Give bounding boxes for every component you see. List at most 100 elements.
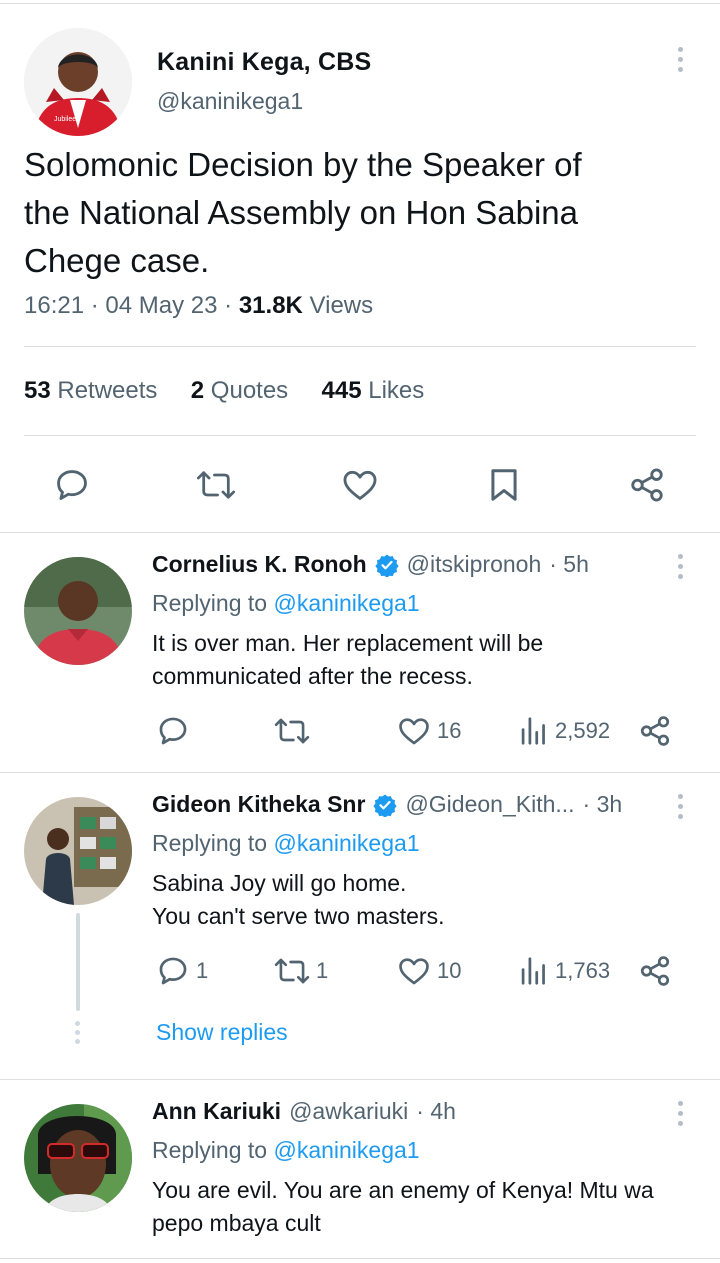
share-button[interactable] [638,953,672,989]
reply-icon [159,957,187,985]
show-replies-link[interactable]: Show replies [156,1019,288,1046]
meta-separator: · [224,292,233,319]
replying-prefix: Replying to [152,590,268,616]
reply-author-handle[interactable]: @itskipronoh [407,551,542,578]
retweet-button[interactable]: 1 [274,954,328,988]
replying-prefix: Replying to [152,1137,268,1163]
section-divider [0,1079,720,1080]
bottom-divider [0,1258,720,1259]
view-count: 2,592 [555,718,611,743]
bookmark-icon [491,469,517,501]
tweet-time[interactable]: 16:21 [24,292,84,319]
reply-header: Ann Kariuki @awkariuki · 4h [152,1098,456,1125]
retweet-button[interactable] [196,466,236,504]
reply-author-name[interactable]: Ann Kariuki [152,1098,281,1125]
retweets-stat[interactable]: 53 Retweets [24,377,157,404]
reply-avatar-image [24,1104,132,1212]
section-divider [0,772,720,773]
share-button[interactable] [638,713,672,749]
engagement-stats: 53 Retweets 2 Quotes 445 Likes [24,377,424,405]
reply-icon [57,470,87,500]
reply-author-name[interactable]: Cornelius K. Ronoh [152,551,367,578]
reply-avatar-image [24,557,132,665]
heart-icon [399,718,429,745]
reply-text-line: You can't serve two masters. [152,903,445,929]
reply-header: Gideon Kitheka Snr @Gideon_Kith... · 3h [152,791,622,818]
heart-icon [343,470,377,500]
more-options-icon[interactable] [676,554,684,579]
reply-avatar[interactable] [24,557,132,665]
share-icon [640,956,670,986]
reply-text-line: It is over man. Her replacement will be [152,630,544,656]
like-button[interactable] [341,466,379,504]
likes-stat[interactable]: 445 Likes [322,377,425,404]
likes-count: 445 [321,377,362,404]
reply-text: It is over man. Her replacement will be … [152,627,543,693]
share-icon [631,468,663,502]
replying-handle-link[interactable]: @kaninikega1 [273,1137,419,1163]
thread-line [76,913,80,1011]
reply-avatar[interactable] [24,1104,132,1212]
reply-time[interactable]: · 3h [583,791,623,818]
share-icon [640,716,670,746]
views-button[interactable]: 2,592 [519,714,610,748]
reply-button[interactable] [53,466,91,504]
reply-time[interactable]: · 4h [416,1098,456,1125]
stats-divider-bottom [24,435,696,436]
replying-to: Replying to @kaninikega1 [152,1137,420,1164]
retweet-count: 1 [316,958,329,983]
thread-dots [75,1021,81,1044]
quotes-label: Quotes [210,377,289,404]
reply-author-name[interactable]: Gideon Kitheka Snr [152,791,365,818]
like-count: 16 [437,718,462,743]
reply-avatar[interactable] [24,797,132,905]
retweets-label: Retweets [57,377,158,404]
views-chart-icon [521,957,545,985]
retweet-icon [274,718,310,744]
replying-to: Replying to @kaninikega1 [152,830,420,857]
reply-time[interactable]: · 5h [549,551,589,578]
author-avatar[interactable]: Jubilee [24,28,132,136]
reply-text-line: You are evil. You are an enemy of Kenya!… [152,1177,654,1203]
views-chart-icon [521,717,545,745]
more-options-icon[interactable] [676,47,684,72]
quotes-count: 2 [190,377,205,404]
replying-to: Replying to @kaninikega1 [152,590,420,617]
reply-button[interactable]: 1 [156,954,208,988]
tweet-text-line: the National Assembly on Hon Sabina [24,194,579,231]
author-handle[interactable]: @kaninikega1 [157,88,303,115]
stats-divider-top [24,346,696,347]
views-button[interactable]: 1,763 [519,954,610,988]
share-button[interactable] [628,465,666,505]
views-count: 31.8K [238,292,303,319]
top-divider [0,3,720,4]
tweet-date[interactable]: 04 May 23 [105,292,217,319]
author-avatar-image [24,28,132,136]
bookmark-button[interactable] [486,466,522,504]
quotes-stat[interactable]: 2 Quotes [191,377,288,404]
more-options-icon[interactable] [676,794,684,819]
reply-header: Cornelius K. Ronoh @itskipronoh · 5h [152,551,589,578]
reply-button[interactable] [156,714,196,748]
replying-handle-link[interactable]: @kaninikega1 [273,830,419,856]
retweets-count: 53 [24,377,51,404]
avatar-badge: Jubilee [54,116,77,123]
author-name[interactable]: Kanini Kega, CBS [157,48,371,77]
meta-separator: · [90,292,99,319]
reply-author-handle[interactable]: @awkariuki [289,1098,408,1125]
verified-badge-icon [373,794,398,817]
replying-handle-link[interactable]: @kaninikega1 [273,590,419,616]
reply-text-line: pepo mbaya cult [152,1210,321,1236]
like-button[interactable]: 16 [397,714,461,748]
reply-text-line: Sabina Joy will go home. [152,870,407,896]
like-button[interactable]: 10 [397,954,461,988]
tweet-meta: 16:21 · 04 May 23 · 31.8K Views [24,292,373,320]
reply-icon [159,717,187,745]
reply-text: Sabina Joy will go home. You can't serve… [152,867,444,933]
reply-count: 1 [196,958,209,983]
more-options-icon[interactable] [676,1101,684,1126]
retweet-button[interactable] [274,714,316,748]
tweet-text: Solomonic Decision by the Speaker of the… [24,141,582,285]
views-label: Views [309,292,374,319]
reply-author-handle[interactable]: @Gideon_Kith... [405,791,574,818]
